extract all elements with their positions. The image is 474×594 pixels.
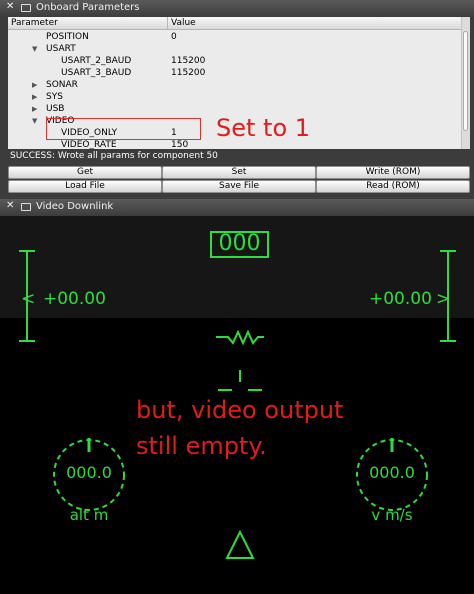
tree-scrollbar[interactable] [461,17,470,149]
tree-row-sys[interactable]: ▶ SYS [8,91,460,103]
expanded-arrow-icon[interactable]: ▼ [32,115,37,127]
float-window-icon[interactable] [21,4,31,12]
video-downlink-header: ✕ Video Downlink [0,199,474,215]
tree-row-position[interactable]: POSITION 0 [8,31,460,43]
collapsed-arrow-icon[interactable]: ▶ [32,79,37,91]
onboard-parameters-header: ✕ Onboard Parameters [0,0,474,16]
collapsed-arrow-icon[interactable]: ▶ [32,91,37,103]
param-name: VIDEO_RATE [61,140,117,149]
param-value: 150 [171,140,189,149]
tree-row-sonar[interactable]: ▶ SONAR [8,79,460,91]
param-group-name: SYS [46,92,63,102]
float-window-icon[interactable] [21,203,31,211]
left-value: +00.00 [43,289,106,309]
video-display[interactable]: 000 < +00.00 +00.00 > 000.0 alt m 000.0 … [0,216,474,594]
get-button[interactable]: Get [8,166,162,179]
save-file-button[interactable]: Save File [162,180,316,193]
status-message: SUCCESS: Wrote all params for component … [10,151,218,161]
panel-title: Video Downlink [36,201,114,212]
scrollbar-thumb[interactable] [463,31,468,131]
param-name: POSITION [46,32,89,42]
write-rom-button[interactable]: Write (ROM) [316,166,470,179]
tree-row-usart-3-baud[interactable]: USART_3_BAUD 115200 [8,67,460,79]
speed-label: v m/s [371,506,413,524]
close-icon[interactable]: ✕ [6,200,14,211]
tree-row-usart-2-baud[interactable]: USART_2_BAUD 115200 [8,55,460,67]
bottom-triangle-icon [225,529,255,559]
right-value: +00.00 [369,289,432,309]
heading-value: 000 [218,231,261,256]
panel-title: Onboard Parameters [36,2,140,13]
load-file-button[interactable]: Load File [8,180,162,193]
param-name: USART_2_BAUD [61,56,132,66]
param-group-name: SONAR [46,80,78,90]
param-value: 115200 [171,68,206,78]
annotation-line-1: but, video output [136,396,344,424]
read-rom-button[interactable]: Read (ROM) [316,180,470,193]
param-group-name: USB [46,104,65,114]
set-button[interactable]: Set [162,166,316,179]
alt-label: alt m [69,506,109,524]
close-icon[interactable]: ✕ [6,1,14,12]
left-arrow-icon: < [21,289,36,309]
annotation-line-2: still empty. [136,432,267,460]
param-value: 115200 [171,56,206,66]
expanded-arrow-icon[interactable]: ▼ [32,43,37,55]
param-value: 0 [171,32,177,42]
param-group-name: USART [46,44,76,54]
right-arrow-icon: > [436,289,451,309]
speed-value: 000.0 [369,463,415,482]
tree-row-usart[interactable]: ▼ USART [8,43,460,55]
attitude-indicator [216,329,264,346]
alt-value: 000.0 [66,463,112,482]
column-header-value[interactable]: Value [168,17,462,30]
annotation-highlight-box [46,118,201,140]
collapsed-arrow-icon[interactable]: ▶ [32,103,37,115]
param-name: USART_3_BAUD [61,68,132,78]
column-header-parameter[interactable]: Parameter [8,17,168,30]
annotation-set-to-1: Set to 1 [216,114,311,142]
